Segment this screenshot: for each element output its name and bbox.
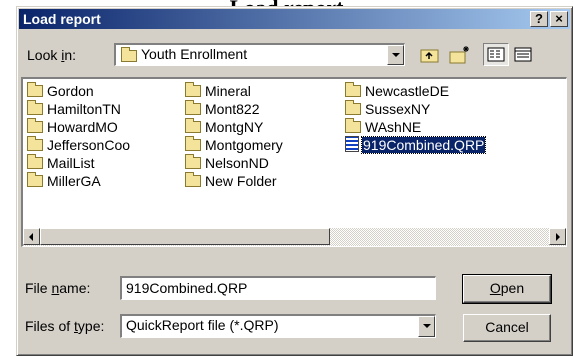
open-folder-icon bbox=[121, 47, 137, 62]
folder-icon bbox=[185, 118, 201, 133]
folder-icon bbox=[185, 172, 201, 187]
help-button[interactable]: ? bbox=[530, 11, 548, 27]
scroll-left-button[interactable] bbox=[23, 228, 40, 245]
list-item[interactable]: JeffersonCoo bbox=[27, 136, 131, 154]
list-item[interactable]: MillerGA bbox=[27, 172, 102, 190]
list-item[interactable]: NewcastleDE bbox=[345, 82, 450, 100]
folder-icon bbox=[345, 118, 361, 133]
list-item[interactable]: WAshNE bbox=[345, 118, 422, 136]
list-item[interactable]: Mont822 bbox=[185, 100, 260, 118]
folder-icon bbox=[185, 154, 201, 169]
look-in-value: Youth Enrollment bbox=[141, 46, 248, 62]
file-type-dropdown-button[interactable] bbox=[418, 316, 435, 337]
list-item[interactable]: HowardMO bbox=[27, 118, 119, 136]
files-of-type-label: Files of type: bbox=[25, 318, 105, 334]
folder-icon bbox=[27, 136, 43, 151]
list-item-selected[interactable]: 919Combined.QRP bbox=[345, 136, 487, 154]
details-view-button[interactable] bbox=[510, 43, 536, 66]
folder-icon bbox=[27, 172, 43, 187]
open-button[interactable]: Open bbox=[462, 274, 552, 304]
list-item[interactable]: MontgNY bbox=[185, 118, 264, 136]
look-in-dropdown[interactable]: Youth Enrollment bbox=[114, 43, 405, 66]
list-item[interactable]: New Folder bbox=[185, 172, 278, 190]
list-item[interactable]: Montgomery bbox=[185, 136, 284, 154]
list-item[interactable]: Gordon bbox=[27, 82, 95, 100]
report-file-icon bbox=[345, 136, 359, 152]
folder-icon bbox=[345, 100, 361, 115]
folder-icon bbox=[345, 82, 361, 97]
list-view-button[interactable] bbox=[483, 43, 509, 66]
folder-icon bbox=[185, 136, 201, 151]
list-item[interactable]: MailList bbox=[27, 154, 95, 172]
scroll-right-button[interactable] bbox=[549, 228, 566, 245]
horizontal-scrollbar[interactable] bbox=[23, 228, 566, 246]
create-new-folder-button[interactable] bbox=[447, 43, 473, 66]
file-type-dropdown[interactable]: QuickReport file (*.QRP) bbox=[120, 314, 436, 338]
load-report-dialog: Load report ? × Look in: Youth Enrollmen… bbox=[16, 6, 573, 356]
list-view-icon bbox=[487, 47, 505, 62]
file-list[interactable]: Gordon HamiltonTN HowardMO JeffersonCoo … bbox=[21, 77, 567, 247]
folder-icon bbox=[27, 154, 43, 169]
file-name-input[interactable]: 919Combined.QRP bbox=[120, 276, 436, 300]
up-folder-icon bbox=[420, 49, 439, 63]
list-item[interactable]: SussexNY bbox=[345, 100, 431, 118]
list-item[interactable]: Mineral bbox=[185, 82, 252, 100]
cancel-button[interactable]: Cancel bbox=[463, 314, 551, 342]
file-type-value: QuickReport file (*.QRP) bbox=[126, 317, 279, 333]
up-one-level-button[interactable] bbox=[417, 43, 443, 66]
folder-icon bbox=[27, 82, 43, 97]
look-in-dropdown-button[interactable] bbox=[387, 45, 404, 65]
folder-icon bbox=[185, 82, 201, 97]
dialog-title: Load report bbox=[23, 11, 101, 27]
folder-icon bbox=[27, 118, 43, 133]
new-folder-icon bbox=[449, 46, 469, 64]
look-in-label: Look in: bbox=[27, 47, 77, 63]
file-name-label: File name: bbox=[25, 280, 91, 296]
close-button[interactable]: × bbox=[550, 11, 568, 27]
list-item[interactable]: HamiltonTN bbox=[27, 100, 122, 118]
folder-icon bbox=[27, 100, 43, 115]
list-item[interactable]: NelsonND bbox=[185, 154, 270, 172]
title-bar[interactable]: Load report ? × bbox=[19, 9, 570, 29]
details-view-icon bbox=[514, 47, 532, 62]
scrollbar-thumb[interactable] bbox=[40, 228, 330, 245]
folder-icon bbox=[185, 100, 201, 115]
